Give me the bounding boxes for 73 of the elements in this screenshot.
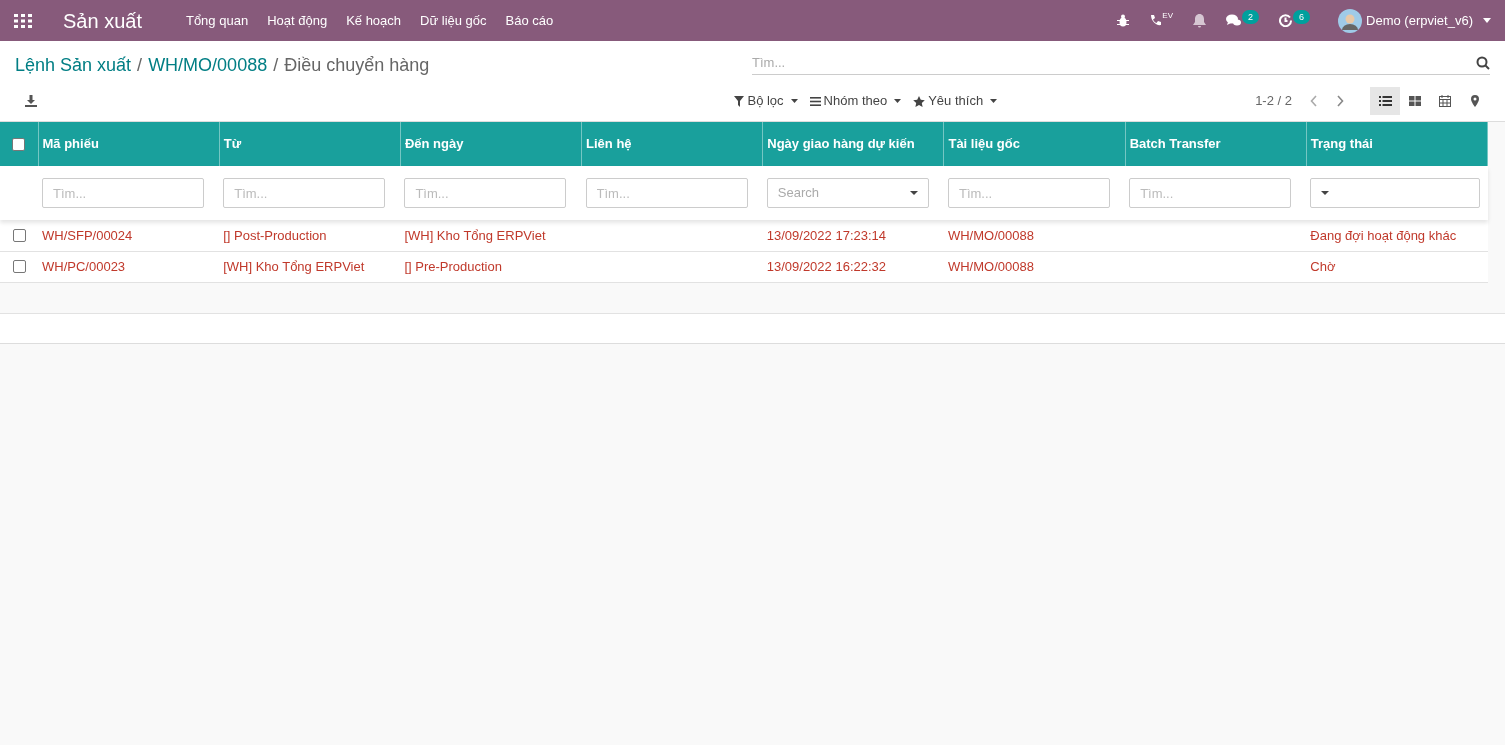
kanban-icon [1409,96,1421,106]
column-header[interactable]: Ngày giao hàng dự kiến [767,136,915,152]
column-header[interactable]: Mã phiếu [42,136,99,152]
column-header[interactable]: Từ [223,136,242,152]
apps-menu-icon[interactable] [14,13,32,28]
phone-icon[interactable] [1149,14,1163,27]
table-cell: [WH] Kho Tổng ERPViet [223,258,365,274]
caret-icon [790,99,798,103]
page-title: Điều chuyển hàng [284,54,430,77]
filter-input[interactable]: Tìm... [404,178,567,208]
menu-item[interactable]: Báo cáo [505,10,554,31]
menu-item[interactable]: Hoạt động [267,10,328,31]
count-badge: 2 [1242,10,1260,24]
filter-icon [734,95,745,107]
star-icon [913,95,926,107]
clock-icon[interactable] [1279,14,1293,27]
menu-item[interactable]: Tổng quan [185,10,249,31]
map-icon [1471,95,1479,107]
checkbox[interactable] [12,137,26,151]
calendar-icon [1439,95,1451,107]
caret-icon[interactable] [1483,18,1491,23]
pager-value: 1-2 / 2 [1255,92,1292,111]
table-cell: WH/MO/00088 [947,227,1034,243]
column-header[interactable]: Trạng thái [1310,136,1373,152]
menu-item[interactable]: Dữ liệu gốc [420,10,487,31]
column-header[interactable]: Tài liệu gốc [948,136,1020,152]
checkbox[interactable] [12,260,26,273]
caret-icon [909,191,918,195]
filter-input[interactable]: Tìm... [1129,178,1292,208]
menu-item[interactable]: Kế hoạch [346,10,402,31]
download-icon[interactable] [25,95,37,107]
phone-label: EV [1162,10,1174,22]
table-cell: Đang đợi hoạt động khác [1310,227,1457,243]
breadcrumb-link[interactable]: Lệnh Sản xuất [15,52,132,79]
filter-dropdown[interactable]: Bộ lọc [734,91,798,111]
table-cell: 13/09/2022 16:22:32 [766,258,887,274]
filter-input[interactable]: Tìm... [42,178,204,208]
breadcrumb-link[interactable]: WH/MO/00088 [148,52,268,79]
column-header[interactable]: Liên hệ [586,136,632,152]
search-icon[interactable] [1476,55,1490,70]
table-cell: [] Pre-Production [404,258,502,274]
bug-icon[interactable] [1117,14,1130,27]
column-header[interactable]: Batch Transfer [1129,136,1221,152]
chat-icon[interactable] [1226,14,1242,27]
avatar-icon[interactable] [1338,8,1363,33]
caret-icon [990,99,998,103]
filter-input[interactable]: Tìm... [585,178,748,208]
table-cell: WH/MO/00088 [947,258,1034,274]
caret-icon [1321,191,1330,195]
table-cell: [WH] Kho Tổng ERPViet [404,227,546,243]
table-cell: WH/PC/00023 [42,258,126,274]
breadcrumb-separator: / [137,54,143,77]
count-badge: 6 [1293,10,1311,24]
breadcrumb-separator: / [273,54,279,77]
menu-icon [809,96,821,106]
list-view-button[interactable] [1370,87,1400,115]
table-cell: 13/09/2022 17:23:14 [766,227,887,243]
list-icon [1378,96,1392,106]
checkbox[interactable] [12,228,26,242]
app-title[interactable]: Sản xuất [63,5,142,36]
filter-input[interactable]: Tìm... [223,178,386,208]
table-cell: [] Post-Production [223,227,327,243]
bell-icon[interactable] [1193,13,1207,28]
table-cell: WH/SFP/00024 [42,227,133,243]
search-field[interactable]: Tìm... [752,51,1476,74]
next-icon[interactable] [1336,95,1344,107]
table-cell: Chờ [1310,258,1336,274]
caret-icon [894,99,902,103]
user-name[interactable]: Demo (erpviet_v6) [1366,10,1473,31]
column-header[interactable]: Đến ngày [404,136,464,152]
star-dropdown[interactable]: Yêu thích [913,91,998,111]
group-dropdown[interactable]: Nhóm theo [809,91,902,111]
filter-input[interactable]: Tìm... [947,178,1110,208]
